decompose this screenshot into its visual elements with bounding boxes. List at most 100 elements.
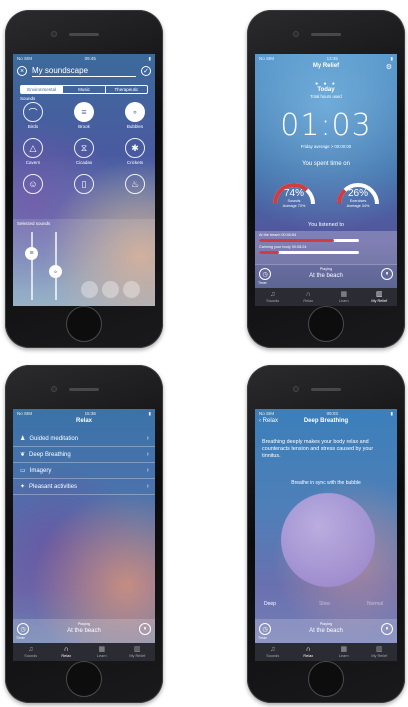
tab-learn[interactable]: ▦ Learn: [326, 643, 362, 661]
tab-relax[interactable]: ∩ Relax: [49, 643, 85, 661]
sound-cavern[interactable]: △ Cavern: [18, 138, 48, 165]
now-playing-bar[interactable]: ◷ Timer Playing At the beach ⏸: [255, 264, 397, 288]
carrier-label: No SIM: [17, 411, 33, 416]
screen-deep-breathing: No SIM 09:03 ▮ ‹ Relax Deep Breathing Br…: [255, 409, 397, 661]
tab-relax[interactable]: ∩ Relax: [291, 643, 327, 661]
current-track: At the beach: [309, 628, 343, 634]
tab-my-relief[interactable]: ▥ My Relief: [362, 288, 398, 306]
now-playing-bar[interactable]: ◷ Timer Playing At the beach ⏸: [13, 619, 155, 643]
list-item-imagery[interactable]: ▭ Imagery ›: [13, 463, 155, 479]
earpiece-speaker: [69, 33, 99, 36]
now-playing-bar[interactable]: ◷ Timer Playing At the beach ⏸: [255, 619, 397, 643]
sound-cicadas[interactable]: ⧖ Cicadas: [69, 138, 99, 165]
tab-my-relief[interactable]: ▥ My Relief: [120, 643, 156, 661]
chevron-right-icon: ›: [146, 451, 149, 458]
sound-bubbles[interactable]: ∘ Bubbles: [120, 102, 150, 129]
tab-music[interactable]: Music: [63, 86, 106, 93]
chevron-right-icon: ›: [146, 435, 149, 442]
selected-sounds-heading: Selected sounds: [17, 221, 51, 226]
earpiece-speaker: [69, 388, 99, 391]
earpiece-speaker: [311, 33, 341, 36]
sound-label: Cavern: [25, 160, 41, 165]
front-camera: [293, 386, 299, 392]
tab-label: Sounds: [266, 299, 280, 303]
tab-label: My Relief: [371, 654, 388, 658]
battery-icon: ▮: [390, 55, 393, 61]
sound-brook[interactable]: ≡ Brook: [69, 102, 99, 129]
bubbles-volume-knob[interactable]: ∘: [49, 265, 62, 278]
gauge-average: Average 34%: [346, 203, 370, 208]
tab-therapeutic[interactable]: Therapeutic: [106, 86, 147, 93]
speed-slow[interactable]: Slow: [319, 601, 330, 607]
pause-icon[interactable]: ⏸: [381, 623, 393, 635]
sound-label: Bubbles: [126, 124, 144, 129]
total-hours-label: Total hours used: [310, 94, 342, 99]
front-camera: [51, 31, 57, 37]
sound-birds[interactable]: ⌒ Birds: [18, 102, 48, 129]
sound-label: Brook: [78, 124, 90, 129]
book-icon: ▦: [340, 646, 348, 653]
earpiece-speaker: [311, 388, 341, 391]
breathing-instruction: Breathe in sync with the bubble: [291, 480, 361, 486]
list-item-label: Imagery: [29, 467, 52, 474]
average-label: Friday average > 00:00:00: [300, 144, 352, 149]
sound-fire[interactable]: ♨: [120, 174, 150, 196]
volume-slider-track[interactable]: [31, 232, 33, 300]
phone-soundscape: No SIM 09:45 ▮ × My soundscape ✓ Environ…: [5, 10, 163, 348]
list-item-guided-meditation[interactable]: ♟ Guided meditation ›: [13, 431, 155, 447]
checkmark-icon[interactable]: ✓: [141, 66, 151, 76]
exercises-gauge: 26% Exercises Average 34%: [335, 176, 381, 208]
list-item-pleasant-activities[interactable]: ✦ Pleasant activities ›: [13, 479, 155, 495]
tab-label: Sounds: [24, 654, 38, 658]
brook-icon: ≡: [74, 102, 94, 122]
sound-crowd[interactable]: ☺: [18, 174, 48, 196]
status-bar: No SIM 13:35 ▮: [255, 54, 397, 63]
total-time-value: 01:03: [280, 108, 372, 143]
tab-label: My Relief: [371, 299, 388, 303]
tab-environmental[interactable]: Environmental: [21, 86, 64, 93]
close-icon[interactable]: ×: [17, 66, 27, 76]
tab-learn[interactable]: ▦ Learn: [84, 643, 120, 661]
list-item-label: Guided meditation: [29, 435, 79, 442]
pause-icon[interactable]: ⏸: [381, 268, 393, 280]
timer-label: Timer: [16, 636, 25, 640]
home-button[interactable]: [66, 306, 102, 342]
speed-normal[interactable]: Normal: [367, 601, 383, 607]
gear-icon[interactable]: ⚙: [386, 63, 392, 71]
tab-sounds[interactable]: ♫ Sounds: [255, 643, 291, 661]
tab-sounds[interactable]: ♫ Sounds: [255, 288, 291, 306]
list-item-deep-breathing[interactable]: ❦ Deep Breathing ›: [13, 447, 155, 463]
tab-label: Relax: [303, 654, 314, 658]
activity-icon: ✦: [20, 484, 26, 490]
home-button[interactable]: [308, 306, 344, 342]
gauge-caption: Sounds: [287, 199, 301, 203]
tab-learn[interactable]: ▦ Learn: [326, 288, 362, 306]
home-button[interactable]: [66, 661, 102, 697]
track-label: Calming your body 00:08:24: [259, 245, 307, 249]
sound-door[interactable]: ▯: [69, 174, 99, 196]
sounds-percent: 74%: [283, 188, 304, 199]
screen-soundscape: No SIM 09:45 ▮ × My soundscape ✓ Environ…: [13, 54, 155, 306]
empty-sound-slot[interactable]: [123, 281, 140, 298]
front-camera: [51, 386, 57, 392]
brook-volume-knob[interactable]: ≡: [25, 247, 38, 260]
page-title: Relax: [75, 418, 92, 424]
pause-icon[interactable]: ⏸: [139, 623, 151, 635]
playing-label: Playing: [319, 622, 333, 626]
tab-relax[interactable]: ∩ Relax: [291, 288, 327, 306]
speed-deep[interactable]: Deep: [264, 601, 276, 607]
soundscape-name-input[interactable]: My soundscape: [32, 65, 136, 77]
playing-label: Playing: [77, 622, 91, 626]
cavern-icon: △: [23, 138, 43, 158]
tab-sounds[interactable]: ♫ Sounds: [13, 643, 49, 661]
sound-crickets[interactable]: ✱ Crickets: [120, 138, 150, 165]
empty-sound-slot[interactable]: [102, 281, 119, 298]
list-item-label: Pleasant activities: [29, 483, 78, 490]
phone-relax: No SIM 15:36 ▮ Relax ♟ Guided meditation…: [5, 365, 163, 703]
exercises-gauge-label: Exercises Average 34%: [335, 199, 381, 208]
home-button[interactable]: [308, 661, 344, 697]
tab-label: Learn: [338, 299, 349, 303]
empty-sound-slot[interactable]: [81, 281, 98, 298]
tab-my-relief[interactable]: ▥ My Relief: [362, 643, 398, 661]
breathing-bubble: [281, 493, 375, 587]
